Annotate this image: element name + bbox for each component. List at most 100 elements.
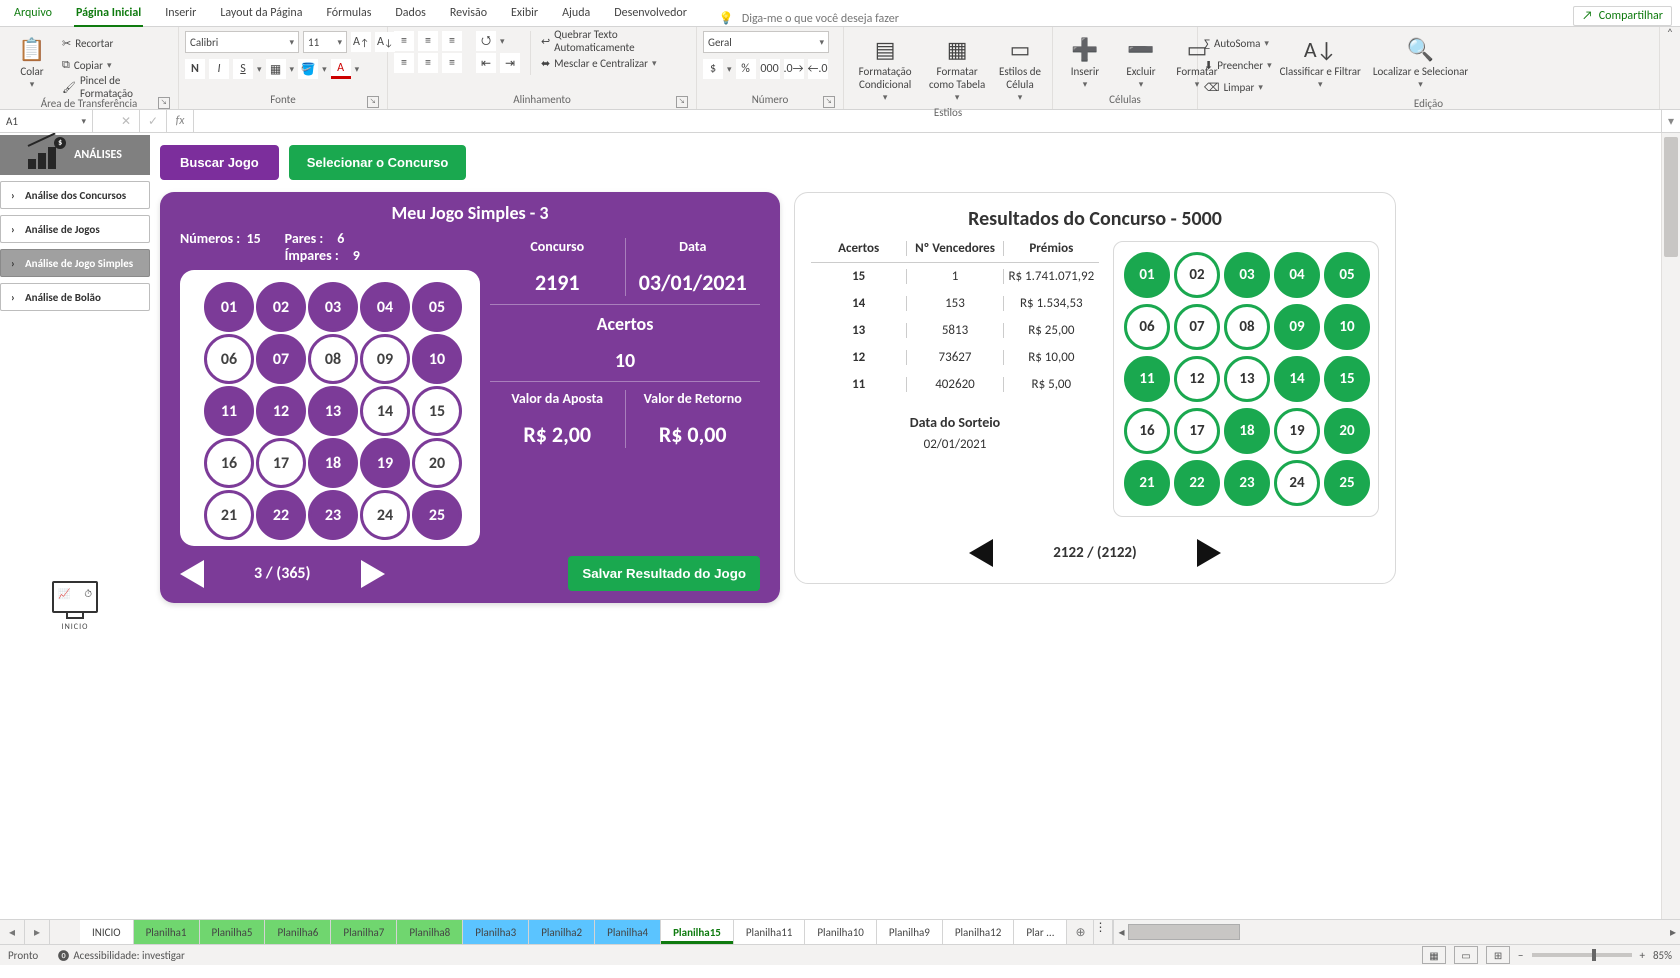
name-box[interactable]: A1▾ (0, 110, 93, 132)
align-top-button[interactable]: ≡ (394, 31, 414, 51)
new-sheet-button[interactable]: ⊕ (1067, 920, 1093, 944)
decrease-indent-button[interactable]: ⇤ (476, 53, 496, 73)
conditional-formatting-button[interactable]: ▤Formatação Condicional▾ (850, 31, 920, 106)
bold-button[interactable]: N (185, 59, 205, 79)
next-game-button[interactable] (361, 560, 385, 588)
cut-button[interactable]: ✂Recortar (62, 33, 172, 53)
increase-indent-button[interactable]: ⇥ (500, 53, 520, 73)
expand-formula-bar-button[interactable]: ▾ (1661, 110, 1680, 132)
align-middle-button[interactable]: ≡ (418, 31, 438, 51)
prev-game-button[interactable] (180, 560, 204, 588)
sheet-tab-inicio[interactable]: INICIO (80, 920, 134, 944)
clipboard-dialog-launcher[interactable]: ↘ (158, 97, 170, 109)
font-color-button[interactable]: A (331, 59, 351, 79)
clear-button[interactable]: ⌫Limpar▾ (1204, 77, 1272, 97)
underline-button[interactable]: S (233, 59, 253, 79)
share-button[interactable]: ↗Compartilhar (1573, 6, 1672, 26)
number-format-dropdown[interactable]: Geral▾ (703, 31, 829, 53)
sheet-tab-planilha10[interactable]: Planilha10 (805, 920, 877, 944)
buscar-jogo-button[interactable]: Buscar Jogo (160, 145, 279, 180)
currency-button[interactable]: $ (703, 59, 723, 79)
zoom-slider[interactable] (1532, 953, 1632, 957)
fill-color-button[interactable]: 🪣 (298, 59, 318, 79)
vertical-scrollbar[interactable] (1661, 133, 1680, 919)
sheet-tab-planilha12[interactable]: Planilha12 (943, 920, 1015, 944)
sheet-tab-plar ...[interactable]: Plar ... (1014, 920, 1067, 944)
merge-center-button[interactable]: ⬌Mesclar e Centralizar▾ (541, 53, 690, 73)
sheet-tab-planilha2[interactable]: Planilha2 (529, 920, 595, 944)
sheet-tab-planilha8[interactable]: Planilha8 (397, 920, 463, 944)
fx-button[interactable]: fx (167, 110, 194, 132)
zoom-level[interactable]: 85% (1653, 949, 1672, 962)
hscroll-thumb[interactable] (1128, 924, 1240, 940)
tab-exibir[interactable]: Exibir (499, 2, 550, 26)
collapse-ribbon-button[interactable]: ˄ (1660, 27, 1680, 109)
align-center-button[interactable]: ≡ (418, 53, 438, 73)
sheet-tab-planilha11[interactable]: Planilha11 (734, 920, 806, 944)
selecionar-concurso-button[interactable]: Selecionar o Concurso (289, 145, 467, 180)
sheet-tab-planilha6[interactable]: Planilha6 (265, 920, 331, 944)
home-button[interactable]: 📈⏱ INICIO (52, 581, 98, 633)
tab-layout[interactable]: Layout da Página (208, 2, 314, 26)
fill-button[interactable]: ⬇Preencher▾ (1204, 55, 1272, 75)
sheet-tab-planilha7[interactable]: Planilha7 (331, 920, 397, 944)
scrollbar-thumb[interactable] (1664, 137, 1678, 257)
accessibility-status[interactable]: ⓿ Acessibilidade: investigar (56, 949, 185, 962)
delete-cells-button[interactable]: ➖Excluir▾ (1115, 31, 1167, 93)
tab-desenvolvedor[interactable]: Desenvolvedor (602, 2, 699, 26)
sheet-nav-prev[interactable]: ◂ (0, 920, 25, 944)
align-dialog-launcher[interactable]: ↘ (676, 96, 688, 108)
prev-result-button[interactable] (969, 539, 993, 567)
view-normal-button[interactable]: ▦ (1422, 946, 1446, 964)
enter-formula-button[interactable]: ✓ (140, 110, 167, 132)
format-as-table-button[interactable]: ▦Formatar como Tabela▾ (924, 31, 990, 106)
cell-styles-button[interactable]: ▭Estilos de Célula▾ (994, 31, 1046, 106)
align-bottom-button[interactable]: ≡ (442, 31, 462, 51)
sheet-tab-planilha9[interactable]: Planilha9 (877, 920, 943, 944)
tab-revisao[interactable]: Revisão (438, 2, 499, 26)
sort-filter-button[interactable]: A↓Classificar e Filtrar▾ (1276, 31, 1365, 93)
sheet-tab-planilha15[interactable]: Planilha15 (661, 920, 734, 944)
tab-inserir[interactable]: Inserir (153, 2, 208, 26)
sidebar-item-jogo-simples[interactable]: ›Análise de Jogo Simples (0, 249, 150, 277)
increase-font-button[interactable]: A↑ (351, 32, 371, 52)
copy-button[interactable]: ⧉Copiar▾ (62, 55, 172, 75)
wrap-text-button[interactable]: ↩Quebrar Texto Automaticamente (541, 31, 690, 51)
scroll-left-button[interactable]: ◂ (1114, 925, 1128, 940)
zoom-in-button[interactable]: + (1640, 949, 1645, 962)
sheet-tab-planilha1[interactable]: Planilha1 (134, 920, 200, 944)
tab-pagina-inicial[interactable]: Página Inicial (64, 2, 153, 26)
italic-button[interactable]: I (209, 59, 229, 79)
tab-ajuda[interactable]: Ajuda (550, 2, 602, 26)
tell-me[interactable]: 💡Diga-me o que você deseja fazer (719, 11, 899, 26)
font-name-dropdown[interactable]: Calibri▾ (185, 31, 299, 53)
border-button[interactable]: ▦ (266, 59, 286, 79)
save-result-button[interactable]: Salvar Resultado do Jogo (568, 556, 760, 591)
align-left-button[interactable]: ≡ (394, 53, 414, 73)
sheet-nav-next[interactable]: ▸ (25, 920, 50, 944)
insert-cells-button[interactable]: ➕Inserir▾ (1059, 31, 1111, 93)
tab-dados[interactable]: Dados (383, 2, 437, 26)
sidebar-item-bolao[interactable]: ›Análise de Bolão (0, 283, 150, 311)
percent-button[interactable]: % (736, 59, 756, 79)
increase-decimal-button[interactable]: .0→ (784, 59, 804, 79)
view-page-layout-button[interactable]: ▭ (1454, 946, 1478, 964)
sheet-tab-planilha4[interactable]: Planilha4 (595, 920, 661, 944)
autosum-button[interactable]: ∑AutoSoma▾ (1204, 33, 1272, 53)
number-dialog-launcher[interactable]: ↘ (823, 96, 835, 108)
orientation-button[interactable]: ⭯ (476, 31, 496, 51)
tab-arquivo[interactable]: Arquivo (2, 2, 64, 26)
find-select-button[interactable]: 🔍Localizar e Selecionar▾ (1369, 31, 1472, 93)
sidebar-item-concursos[interactable]: ›Análise dos Concursos (0, 181, 150, 209)
next-result-button[interactable] (1197, 539, 1221, 567)
align-right-button[interactable]: ≡ (442, 53, 462, 73)
sheet-tab-planilha5[interactable]: Planilha5 (200, 920, 266, 944)
tab-formulas[interactable]: Fórmulas (314, 2, 383, 26)
view-page-break-button[interactable]: ⊞ (1486, 946, 1510, 964)
font-dialog-launcher[interactable]: ↘ (367, 96, 379, 108)
zoom-out-button[interactable]: − (1518, 949, 1523, 962)
comma-button[interactable]: 000 (760, 59, 780, 79)
scroll-right-button[interactable]: ▸ (1666, 925, 1680, 940)
sidebar-item-jogos[interactable]: ›Análise de Jogos (0, 215, 150, 243)
decrease-decimal-button[interactable]: ←.0 (808, 59, 828, 79)
